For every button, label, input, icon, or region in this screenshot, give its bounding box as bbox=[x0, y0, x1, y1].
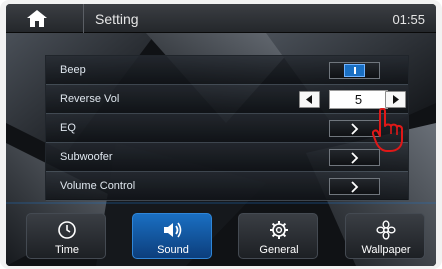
tab-time[interactable]: Time bbox=[26, 213, 106, 259]
volume-control-open-button[interactable] bbox=[329, 178, 380, 195]
arrow-right-icon bbox=[393, 95, 399, 104]
tab-time-label: Time bbox=[54, 244, 80, 256]
gear-icon bbox=[270, 221, 288, 239]
settings-list: Beep Reverse Vol 5 EQ Subwoofer Volume C… bbox=[45, 55, 409, 201]
speaker-icon bbox=[164, 222, 182, 238]
volume-increase-button[interactable] bbox=[385, 91, 406, 108]
title-separator bbox=[83, 4, 84, 33]
beep-toggle-knob bbox=[344, 64, 365, 77]
head-unit-frame: Setting 01:55 Beep Reverse Vol 5 EQ Subw… bbox=[0, 0, 442, 269]
tab-sound[interactable]: Sound bbox=[132, 213, 212, 259]
setting-row-reverse-vol: Reverse Vol 5 bbox=[46, 85, 408, 114]
reverse-vol-label: Reverse Vol bbox=[60, 93, 120, 105]
tab-general-label: General bbox=[259, 244, 299, 256]
setting-row-subwoofer[interactable]: Subwoofer bbox=[46, 143, 408, 172]
tab-wallpaper-label: Wallpaper bbox=[361, 244, 411, 256]
tab-sound-label: Sound bbox=[157, 244, 189, 256]
page-title: Setting bbox=[95, 11, 139, 27]
chevron-right-icon bbox=[351, 123, 359, 135]
tab-general[interactable]: General bbox=[238, 213, 318, 259]
reverse-vol-value: 5 bbox=[329, 90, 388, 109]
title-bar: Setting 01:55 bbox=[6, 4, 436, 33]
setting-row-beep: Beep bbox=[46, 56, 408, 85]
volume-decrease-button[interactable] bbox=[299, 91, 320, 108]
chevron-right-icon bbox=[351, 181, 359, 193]
clock: 01:55 bbox=[392, 12, 425, 27]
home-icon[interactable] bbox=[27, 10, 47, 27]
toggle-on-mark bbox=[354, 67, 356, 74]
beep-label: Beep bbox=[60, 64, 86, 76]
clock-icon bbox=[58, 221, 76, 239]
setting-row-volume-control[interactable]: Volume Control bbox=[46, 172, 408, 201]
tab-wallpaper[interactable]: Wallpaper bbox=[345, 213, 425, 259]
beep-toggle[interactable] bbox=[329, 62, 380, 79]
eq-label: EQ bbox=[60, 122, 76, 134]
setting-row-eq[interactable]: EQ bbox=[46, 114, 408, 143]
flower-icon bbox=[376, 220, 396, 240]
subwoofer-label: Subwoofer bbox=[60, 151, 113, 163]
arrow-left-icon bbox=[306, 95, 312, 104]
screen: Setting 01:55 Beep Reverse Vol 5 EQ Subw… bbox=[6, 4, 436, 266]
chevron-right-icon bbox=[351, 152, 359, 164]
volume-control-label: Volume Control bbox=[60, 180, 136, 192]
pointing-hand-annotation bbox=[372, 108, 403, 152]
